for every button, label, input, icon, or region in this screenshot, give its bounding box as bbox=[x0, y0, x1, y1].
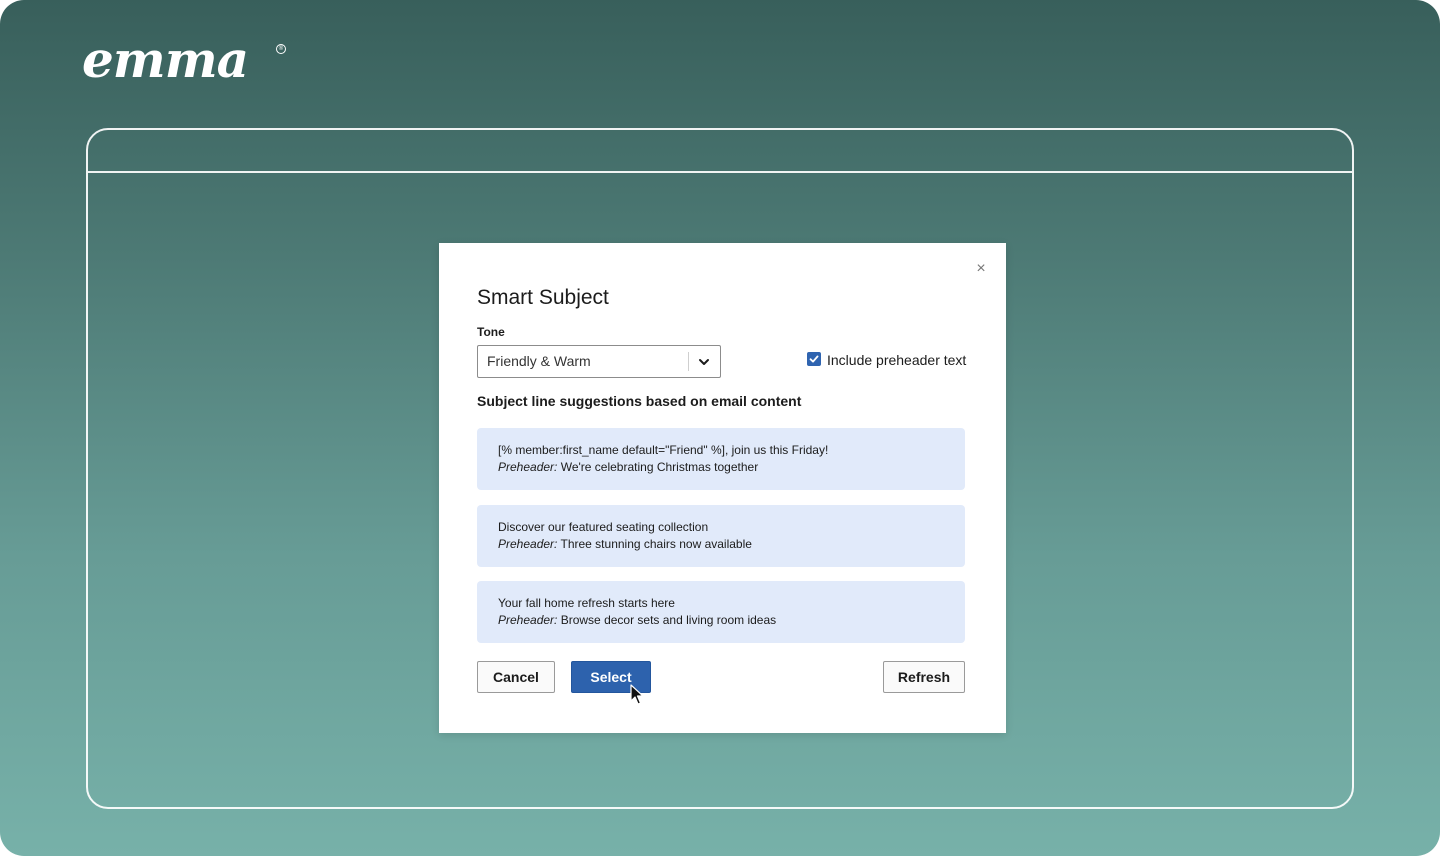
suggestion-subject: Discover our featured seating collection bbox=[498, 520, 709, 534]
tone-select[interactable]: Friendly & Warm bbox=[477, 345, 721, 378]
preheader-prefix: Preheader: bbox=[498, 460, 558, 474]
tone-label: Tone bbox=[477, 325, 505, 339]
suggestion-preheader: Preheader: Three stunning chairs now ava… bbox=[498, 537, 752, 552]
suggestion-card[interactable]: Your fall home refresh starts here Prehe… bbox=[477, 581, 965, 643]
window-title-bar-divider bbox=[88, 171, 1352, 173]
smart-subject-dialog: × Smart Subject Tone Friendly & Warm Inc… bbox=[439, 243, 1006, 733]
suggestion-preheader: Preheader: We're celebrating Christmas t… bbox=[498, 460, 758, 475]
close-icon[interactable]: × bbox=[973, 260, 989, 278]
cancel-button[interactable]: Cancel bbox=[477, 661, 555, 693]
checkmark-icon bbox=[809, 355, 819, 363]
suggestion-card[interactable]: [% member:first_name default="Friend" %]… bbox=[477, 428, 965, 490]
tone-select-value: Friendly & Warm bbox=[487, 353, 591, 369]
select-divider bbox=[688, 352, 689, 371]
include-preheader-checkbox[interactable] bbox=[807, 352, 821, 366]
suggestions-heading: Subject line suggestions based on email … bbox=[477, 393, 802, 409]
preheader-text: Three stunning chairs now available bbox=[560, 537, 752, 551]
chevron-down-icon bbox=[699, 359, 709, 365]
dialog-title: Smart Subject bbox=[477, 286, 609, 309]
app-canvas: emma ® × Smart Subject Tone Friendly & W… bbox=[0, 0, 1440, 856]
suggestion-preheader: Preheader: Browse decor sets and living … bbox=[498, 613, 776, 628]
emma-logo: emma bbox=[82, 30, 249, 89]
suggestion-card[interactable]: Discover our featured seating collection… bbox=[477, 505, 965, 567]
preheader-prefix: Preheader: bbox=[498, 613, 558, 627]
refresh-button[interactable]: Refresh bbox=[883, 661, 965, 693]
mouse-pointer-icon bbox=[630, 684, 644, 705]
registered-mark: ® bbox=[276, 44, 286, 54]
preheader-text: Browse decor sets and living room ideas bbox=[560, 613, 777, 627]
preheader-prefix: Preheader: bbox=[498, 537, 558, 551]
suggestion-subject: Your fall home refresh starts here bbox=[498, 596, 675, 610]
include-preheader-label[interactable]: Include preheader text bbox=[827, 352, 966, 369]
preheader-text: We're celebrating Christmas together bbox=[560, 460, 759, 474]
suggestion-subject: [% member:first_name default="Friend" %]… bbox=[498, 443, 829, 457]
